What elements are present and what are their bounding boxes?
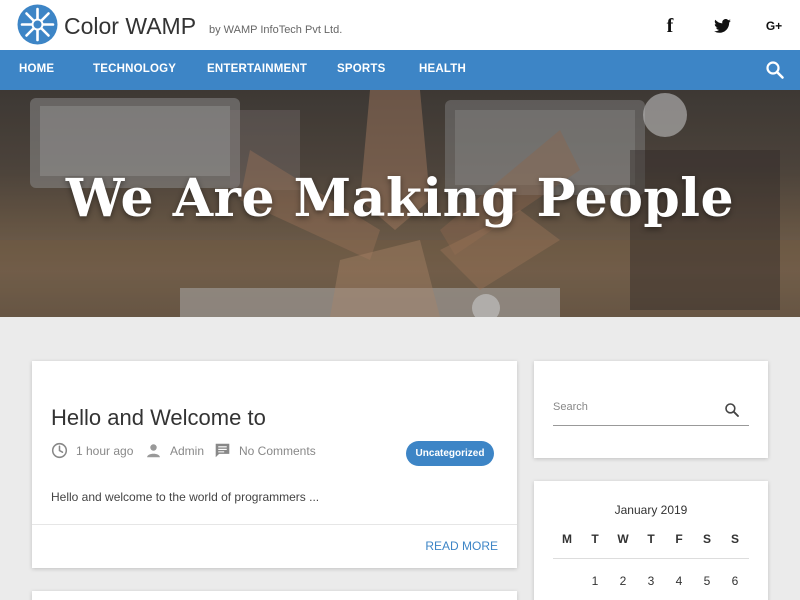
calendar-widget: January 2019 M T W T F S S 1 2 3 4 5 6 — [534, 481, 768, 600]
post-card: Hello and Welcome to 1 hour ago Admin No… — [32, 361, 517, 568]
calendar-weekday: T — [647, 532, 655, 546]
search-underline — [553, 425, 749, 426]
calendar-divider — [553, 558, 749, 559]
card-divider — [32, 524, 517, 525]
calendar-month-title: January 2019 — [614, 503, 688, 517]
google-plus-icon[interactable]: G+ — [764, 16, 784, 36]
nav-item-health[interactable]: HEALTH — [419, 63, 466, 75]
nav-item-entertainment[interactable]: ENTERTAINMENT — [207, 63, 307, 75]
post-title[interactable]: Hello and Welcome to — [51, 405, 266, 431]
post-comments-text: No Comments — [239, 443, 316, 458]
post-time: 1 hour ago — [51, 442, 133, 459]
post-author-name: Admin — [170, 443, 205, 458]
search-icon[interactable] — [765, 60, 785, 80]
post-author[interactable]: Admin — [145, 442, 204, 459]
post-card — [32, 591, 517, 600]
category-badge[interactable]: Uncategorized — [406, 441, 494, 466]
hero-banner: We Are Making People — [0, 90, 800, 317]
calendar-weekday-row: M T W T F S S — [553, 532, 749, 546]
calendar-weekday: W — [617, 532, 629, 546]
hero-title: We Are Making People — [65, 168, 735, 229]
read-more-link[interactable]: READ MORE — [425, 539, 498, 553]
calendar-weekday: S — [702, 532, 711, 546]
facebook-icon[interactable]: f — [660, 15, 680, 37]
main-navigation: HOME TECHNOLOGY ENTERTAINMENT SPORTS HEA… — [0, 50, 800, 90]
calendar-day[interactable]: 2 — [609, 574, 637, 588]
clock-icon — [51, 442, 68, 459]
site-title[interactable]: Color WAMP — [64, 13, 196, 40]
comment-icon — [215, 443, 230, 458]
calendar-day[interactable]: 4 — [665, 574, 693, 588]
calendar-weekday: F — [675, 532, 683, 546]
site-byline: by WAMP InfoTech Pvt Ltd. — [209, 24, 343, 36]
twitter-icon[interactable] — [712, 16, 732, 36]
calendar-weekday: T — [591, 532, 599, 546]
post-comments[interactable]: No Comments — [214, 442, 316, 459]
site-header: Color WAMP by WAMP InfoTech Pvt Ltd. f G… — [0, 0, 800, 50]
search-input[interactable] — [553, 401, 713, 413]
calendar-day[interactable]: 6 — [721, 574, 749, 588]
nav-item-technology[interactable]: TECHNOLOGY — [93, 63, 176, 75]
post-excerpt: Hello and welcome to the world of progra… — [51, 490, 320, 504]
site-logo[interactable] — [17, 4, 58, 45]
calendar-week-row: 1 2 3 4 5 6 — [553, 574, 749, 588]
calendar-day[interactable]: 5 — [693, 574, 721, 588]
calendar-weekday: M — [562, 532, 572, 546]
nav-item-sports[interactable]: SPORTS — [337, 63, 386, 75]
user-icon — [147, 444, 160, 458]
post-time-text: 1 hour ago — [76, 443, 134, 458]
search-widget — [534, 361, 768, 458]
calendar-day — [553, 574, 581, 588]
calendar-day[interactable]: 3 — [637, 574, 665, 588]
search-icon[interactable] — [724, 402, 740, 418]
nav-item-home[interactable]: HOME — [19, 63, 54, 75]
calendar-day[interactable]: 1 — [581, 574, 609, 588]
calendar-weekday: S — [730, 532, 739, 546]
